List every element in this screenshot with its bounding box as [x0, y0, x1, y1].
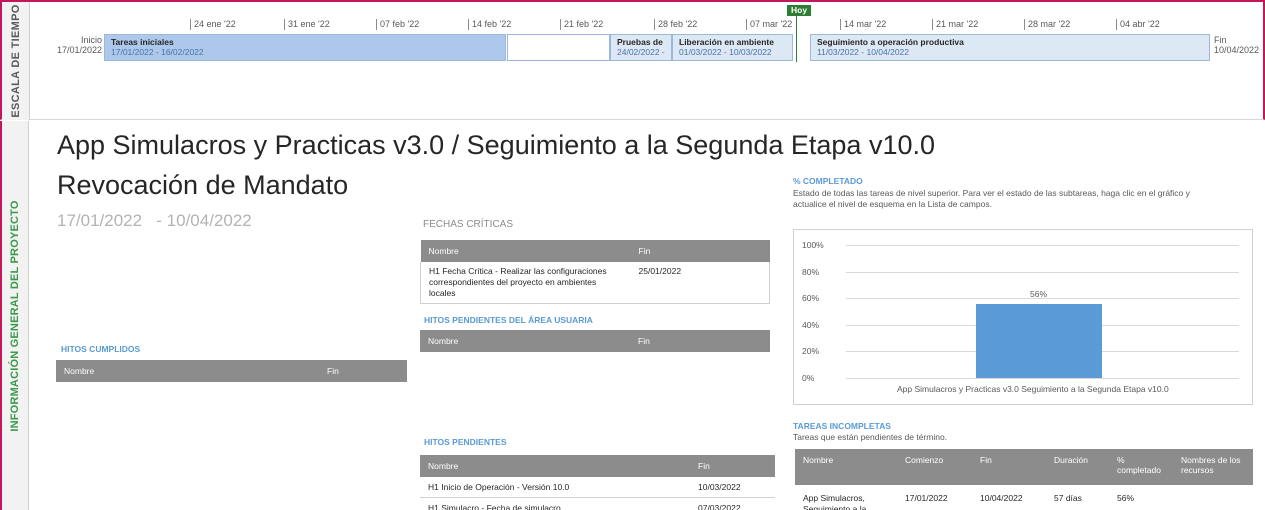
hitos-cumplidos-table: Nombre Fin [56, 360, 407, 382]
column-header: Fin [630, 330, 770, 352]
timeline-bar-tareas-iniciales[interactable]: Tareas iniciales 17/01/2022 - 16/02/2022 [104, 34, 506, 61]
completado-heading: % COMPLETADO [793, 176, 863, 186]
column-header: Nombre [420, 455, 690, 477]
percent-complete-chart[interactable]: 0% 20% 40% 60% 80% 100% 56% App Simulacros y Pr… [793, 229, 1253, 405]
column-header: Duración [1046, 449, 1109, 485]
project-report-view: ESCALA DE TIEMPO Inicio 17/01/2022 Fin 1… [0, 0, 1265, 510]
timeline-tick: 21 mar '22 [932, 19, 978, 30]
chart-gridline [846, 271, 1239, 273]
chart-y-tick-label: 40% [802, 319, 820, 330]
column-header: Fin [319, 360, 407, 382]
table-row[interactable]: H1 Inicio de Operación - Versión 10.0 10… [420, 477, 775, 498]
timeline-panel[interactable]: ESCALA DE TIEMPO Inicio 17/01/2022 Fin 1… [0, 0, 1265, 120]
timeline-bar-seguimiento[interactable]: Seguimiento a operación productiva 11/03… [810, 34, 1210, 61]
timeline-start: Inicio 17/01/2022 [56, 35, 102, 55]
tareas-incompletas-table: Nombre Comienzo Fin Duración % completad… [795, 449, 1253, 510]
hitos-pendientes-table: Nombre Fin H1 Inicio de Operación - Vers… [420, 455, 775, 510]
tareas-incompletas-heading: TAREAS INCOMPLETAS [793, 421, 891, 431]
timeline-tick: 24 ene '22 [190, 19, 236, 30]
column-header: Nombre [56, 360, 319, 382]
chart-gridline [846, 378, 1239, 379]
timeline-tick: 04 abr '22 [1116, 19, 1160, 30]
column-header: % completado [1109, 449, 1173, 485]
tareas-incompletas-description: Tareas que están pendientes de término. [793, 432, 948, 442]
chart-y-tick-label: 0% [802, 373, 815, 383]
timeline-tick: 14 feb '22 [468, 19, 511, 30]
chart-y-tick-label: 80% [802, 266, 820, 277]
today-flag: Hoy [787, 5, 812, 16]
column-header: Nombre [420, 240, 631, 262]
timeline-end: Fin 10/04/2022 [1214, 35, 1260, 55]
fechas-criticas-table: Nombre Fin H1 Fecha Crítica - Realizar l… [420, 240, 770, 304]
chart-gridline [846, 245, 1239, 246]
chart-data-label: 56% [1030, 288, 1048, 299]
timeline-tick: 07 mar '22 [746, 19, 792, 30]
table-row[interactable]: H1 Fecha Crítica - Realizar las configur… [420, 262, 770, 304]
column-header: Fin [690, 455, 775, 477]
column-header: Comienzo [897, 449, 972, 485]
timeline-tick: 14 mar '22 [840, 19, 886, 30]
timeline-tick: 28 feb '22 [654, 19, 697, 30]
chart-y-tick-label: 20% [802, 346, 820, 357]
column-header: Nombre [420, 330, 630, 352]
hitos-usuaria-table: Nombre Fin [420, 330, 770, 352]
timeline-bar-pruebas[interactable]: Pruebas de 24/02/2022 - [610, 34, 672, 61]
hitos-cumplidos-heading: HITOS CUMPLIDOS [61, 344, 141, 354]
timeline-tick: 28 mar '22 [1024, 19, 1070, 30]
project-date-range: 17/01/2022 - 10/04/2022 [57, 211, 252, 230]
table-row[interactable]: H1 Simulacro - Fecha de simulacro 07/03/… [420, 497, 775, 510]
chart-category-label: App Simulacros y Practicas v3.0 Seguimie… [897, 384, 1169, 394]
timeline-bar-liberacion[interactable]: Liberación en ambiente 01/03/2022 - 10/0… [672, 34, 793, 61]
column-header: Fin [972, 449, 1046, 485]
chart-bar[interactable] [976, 303, 1102, 378]
hitos-usuaria-heading: HITOS PENDIENTES DEL ÁREA USUARIA [424, 315, 593, 325]
column-header: Nombres de los recursos [1173, 449, 1253, 485]
chart-y-tick-label: 100% [802, 240, 824, 250]
table-row[interactable]: App Simulacros, Seguimiento a la 17/01/2… [795, 485, 1253, 510]
completado-description: Estado de todas las tareas de nivel supe… [793, 188, 1190, 209]
timeline-side-label: ESCALA DE TIEMPO [2, 2, 30, 120]
fechas-criticas-heading: FECHAS CRÍTICAS [423, 219, 514, 230]
column-header: Nombre [795, 449, 897, 485]
timeline-bar-gap [507, 34, 610, 61]
project-info-side-label: INFORMACIÓN GENERAL DEL PROYECTO [2, 121, 29, 510]
timeline-tick: 31 ene '22 [284, 19, 330, 30]
timeline-tick: 21 feb '22 [560, 19, 603, 30]
timeline-tick: 07 feb '22 [376, 19, 419, 30]
column-header: Fin [630, 240, 770, 262]
chart-y-tick-label: 60% [802, 293, 820, 304]
hitos-pendientes-heading: HITOS PENDIENTES [424, 437, 507, 447]
